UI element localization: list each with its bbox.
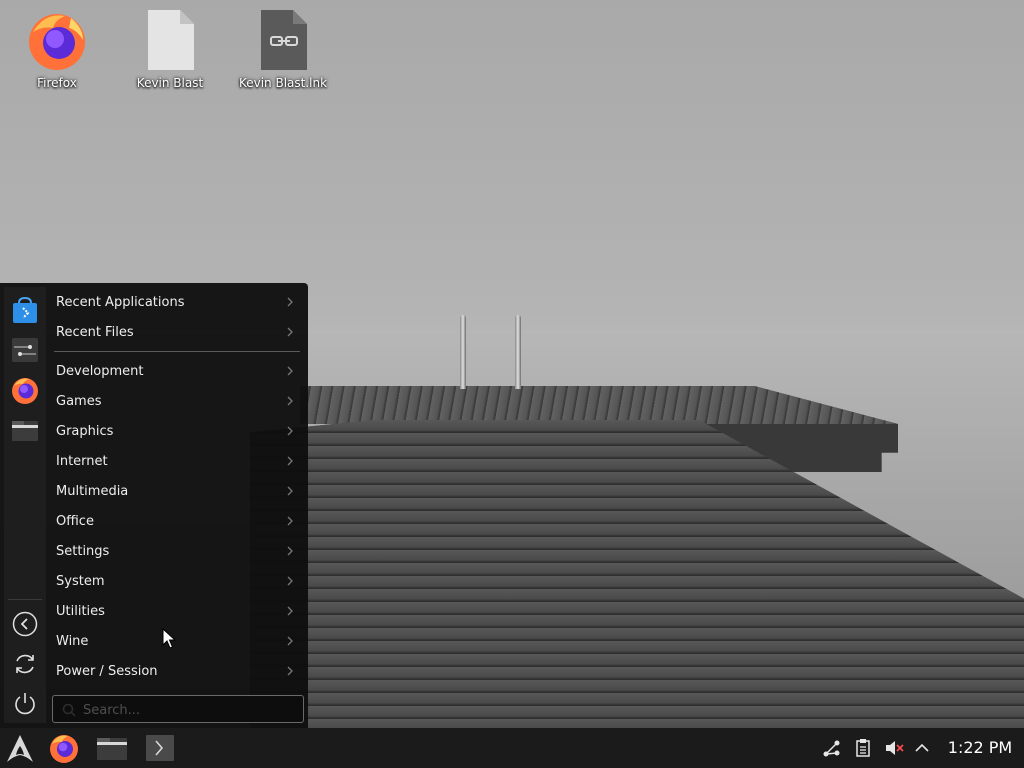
menu-item-games[interactable]: Games [50,386,302,416]
menu-item-utilities[interactable]: Utilities [50,596,302,626]
firefox-icon[interactable] [10,375,40,405]
taskbar-firefox-button[interactable] [48,732,80,764]
menu-search-box[interactable] [52,695,304,723]
application-launcher-button[interactable] [4,732,36,764]
menu-item-development[interactable]: Development [50,356,302,386]
chevron-right-icon [287,606,293,616]
chevron-right-icon [287,546,293,556]
taskbar: 1:22 PM [0,728,1024,768]
clipboard-icon[interactable] [853,738,873,758]
desktop-icon-label: Firefox [37,76,77,90]
text-file-icon [138,8,202,72]
desktop: Firefox Kevin Blast Kevin Blast.lnk Rece… [0,0,1024,728]
link-file-icon [251,8,315,72]
menu-item-internet[interactable]: Internet [50,446,302,476]
power-icon[interactable] [12,691,38,717]
sidebar-divider [8,599,42,600]
menu-item-wine[interactable]: Wine [50,626,302,656]
menu-item-label: Settings [56,543,110,559]
taskbar-file-manager-button[interactable] [96,732,128,764]
menu-item-label: Games [56,393,102,409]
menu-item-label: Power / Session [56,663,158,679]
menu-item-settings[interactable]: Settings [50,536,302,566]
chevron-right-icon [287,576,293,586]
firefox-icon [50,735,78,763]
menu-item-label: Development [56,363,144,379]
clock[interactable]: 1:22 PM [942,728,1018,768]
menu-item-graphics[interactable]: Graphics [50,416,302,446]
mouse-pointer-icon [162,628,176,649]
file-manager-icon[interactable] [10,415,40,445]
chevron-right-icon [287,516,293,526]
chevron-right-icon [287,666,293,676]
file-manager-icon [97,738,127,760]
chevron-right-icon [287,636,293,646]
desktop-icon-firefox[interactable]: Firefox [2,8,112,90]
menu-item-power-session[interactable]: Power / Session [50,656,302,686]
menu-sidebar [4,287,46,723]
chevron-right-icon [287,366,293,376]
chevron-right-icon [287,456,293,466]
network-icon[interactable] [822,738,842,758]
taskbar-terminal-button[interactable] [144,732,176,764]
menu-item-label: Graphics [56,423,114,439]
menu-item-recent-applications[interactable]: Recent Applications [50,287,302,317]
chevron-right-icon [287,486,293,496]
chevron-right-icon [287,297,293,307]
chevron-up-icon[interactable] [912,738,932,758]
wallpaper-ladder-rail [515,315,521,389]
menu-item-label: Office [56,513,94,529]
search-input[interactable] [81,700,295,720]
wallpaper-ladder-rail [460,315,466,389]
desktop-icon-label: Kevin Blast.lnk [238,76,328,90]
desktop-icon-kevin-blast-lnk[interactable]: Kevin Blast.lnk [228,8,338,90]
menu-item-label: Internet [56,453,108,469]
menu-item-office[interactable]: Office [50,506,302,536]
restart-icon[interactable] [12,651,38,677]
volume-muted-icon[interactable] [884,738,904,758]
menu-item-recent-files[interactable]: Recent Files [50,317,302,347]
menu-item-label: Wine [56,633,89,649]
menu-divider [54,351,300,352]
menu-item-label: Utilities [56,603,105,619]
menu-item-label: Recent Files [56,324,134,340]
chevron-right-icon [287,426,293,436]
back-arrow-icon[interactable] [12,611,38,637]
arch-launcher-icon [7,735,33,762]
desktop-icon-kevin-blast[interactable]: Kevin Blast [115,8,225,90]
chevron-right-icon [287,327,293,337]
menu-item-multimedia[interactable]: Multimedia [50,476,302,506]
desktop-icon-label: Kevin Blast [136,76,204,90]
terminal-icon [146,735,174,761]
menu-item-system[interactable]: System [50,566,302,596]
system-settings-icon[interactable] [10,335,40,365]
menu-item-label: Multimedia [56,483,129,499]
chevron-right-icon [287,396,293,406]
search-icon [62,703,76,717]
software-store-icon[interactable] [10,295,40,325]
menu-item-label: Recent Applications [56,294,185,310]
menu-item-label: System [56,573,105,589]
application-menu: Recent Applications Recent Files Develop… [0,283,308,728]
firefox-icon [25,8,89,72]
